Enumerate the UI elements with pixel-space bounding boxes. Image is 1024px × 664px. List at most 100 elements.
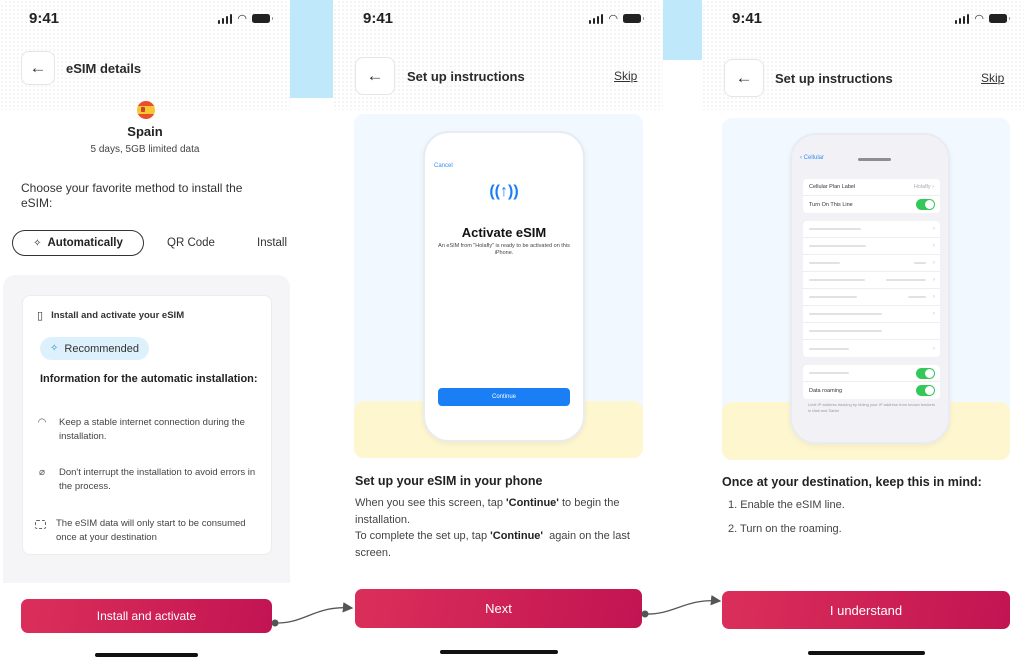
badge-label: Recommended [64,342,139,355]
tab-install[interactable]: Install [257,237,287,249]
home-indicator [95,653,198,657]
toggle [916,367,935,379]
ios-row-placeholder: › [803,221,940,238]
wifi-icon: ◠ [37,417,47,428]
list-item: 2. Turn on the roaming. [728,523,842,535]
page-title: Set up instructions [407,69,525,84]
battery-icon [989,14,1010,23]
phone-subtitle: An eSIM from "Holafly" is ready to be ac… [438,243,570,256]
tab-qr-code[interactable]: QR Code [167,237,215,249]
ios-row-placeholder: › [803,306,940,323]
install-and-activate-button[interactable]: Install and activate [21,599,272,633]
step-body: When you see this screen, tap 'Continue'… [355,495,650,561]
list-item: 1. Enable the eSIM line. [728,499,845,511]
ios-row-placeholder [803,323,940,340]
status-bar: 9:41 ◠ [0,10,290,30]
back-button[interactable]: ← [21,51,55,85]
info-item-text: Don't interrupt the installation to avoi… [59,467,256,492]
ios-row-plan-label: Cellular Plan Label Holafly › [803,179,940,196]
cellular-signal-icon [588,13,604,24]
wifi-status-icon: ◠ [608,12,618,25]
phone-download-icon: ▯ [37,310,44,322]
tab-label: Automatically [47,237,123,249]
ios-footer-note: Limit IP address tracking by hiding your… [808,402,936,413]
background-accent [663,0,702,60]
arrow-left-icon: ← [366,66,384,85]
info-item-text: The eSIM data will only start to be cons… [56,518,246,543]
ios-back-link: ‹ Cellular [800,155,825,161]
arrow-left-icon: ← [29,58,47,77]
wifi-status-icon: ◠ [237,12,247,25]
body-emphasis: 'Continue' [490,530,544,542]
status-time: 9:41 [29,10,60,27]
ios-row-placeholder: › [803,289,940,306]
ios-row-placeholder: › [803,238,940,255]
ios-row-data-roaming: Data roaming [803,382,940,399]
info-item: ◠ Keep a stable internet connection duri… [35,416,265,444]
sparkle-icon: ✧ [33,237,42,249]
status-bar: 9:41 ◠ [333,10,663,30]
ios-back-label: Cellular [803,155,825,161]
wifi-status-icon: ◠ [974,12,984,25]
phone-cancel-link: Cancel [434,163,453,169]
i-understand-button[interactable]: I understand [722,591,1010,629]
page-title: eSIM details [66,61,142,76]
plan-value: Holafly [913,184,931,190]
sim-card-icon [35,520,46,529]
step-title: Set up your eSIM in your phone [355,474,543,488]
status-time: 9:41 [363,10,394,27]
battery-icon [623,14,644,23]
tab-automatically[interactable]: ✧ Automatically [12,230,144,256]
body-text: When you see this screen, tap [355,497,507,509]
phone-mockup-activate: Cancel ((↑)) Activate eSIM An eSIM from … [423,131,585,442]
status-time: 9:41 [732,10,763,27]
body-emphasis: 'Continue' [506,497,559,509]
skip-link[interactable]: Skip [981,71,1004,85]
install-info-card: ▯ Install and activate your eSIM ✧ Recom… [22,295,272,555]
screen-setup-instructions-2: 9:41 ◠ ← Set up instructions Skip ‹ Cell… [702,0,1024,664]
ios-row-label: Cellular Plan Label [809,184,856,190]
info-item-text: Keep a stable internet connection during… [59,417,245,442]
phone-mockup-cellular-settings: ‹ Cellular Cellular Plan Label Holafly ›… [790,133,950,444]
screen-esim-details: 9:41 ◠ ← eSIM details Spain 5 days, 5GB … [0,0,290,664]
info-title: Information for the automatic installati… [40,373,258,385]
back-button[interactable]: ← [724,59,764,97]
home-indicator [808,651,925,655]
skip-link[interactable]: Skip [614,69,637,83]
ios-row-placeholder: › [803,272,940,289]
ios-row-placeholder-toggle [803,365,940,382]
card-header: ▯ Install and activate your eSIM [37,309,184,322]
ios-roaming-group: Data roaming [803,365,940,399]
battery-icon [252,14,273,23]
plan-details: 5 days, 5GB limited data [90,144,200,155]
ios-settings-group: › › › › › › › [803,221,940,357]
ios-row-placeholder: › [803,255,940,272]
info-item: The eSIM data will only start to be cons… [35,517,265,545]
back-button[interactable]: ← [355,57,395,95]
status-bar: 9:41 ◠ [702,10,1024,30]
ios-row-label: Turn On This Line [809,201,853,208]
data-roaming-toggle [916,385,935,396]
card-header-label: Install and activate your eSIM [51,310,185,321]
step-title: Once at your destination, keep this in m… [722,475,982,489]
ios-row-placeholder: › [803,340,940,357]
arrow-left-icon: ← [735,68,753,87]
next-button[interactable]: Next [355,589,642,628]
ios-plan-group: Cellular Plan Label Holafly › Turn On Th… [803,179,940,213]
page-title: Set up instructions [775,71,893,86]
turn-on-line-toggle [916,199,935,210]
ios-row-turn-on-line: Turn On This Line [803,196,940,213]
antenna-icon: ((↑)) [489,183,519,200]
spain-flag-icon [137,101,155,119]
sparkle-icon: ✧ [50,343,59,354]
home-indicator [440,650,558,654]
background-accent [290,0,333,98]
body-text: To complete the set up, tap [355,530,491,542]
ios-row-label: Data roaming [809,387,843,394]
ios-row-value: Holafly › [913,184,934,190]
recommended-badge: ✧ Recommended [40,337,149,360]
cellular-signal-icon [954,13,970,24]
cellular-signal-icon [217,13,233,24]
info-item: ⌀ Don't interrupt the installation to av… [35,466,265,494]
phone-continue-button: Continue [438,388,570,406]
